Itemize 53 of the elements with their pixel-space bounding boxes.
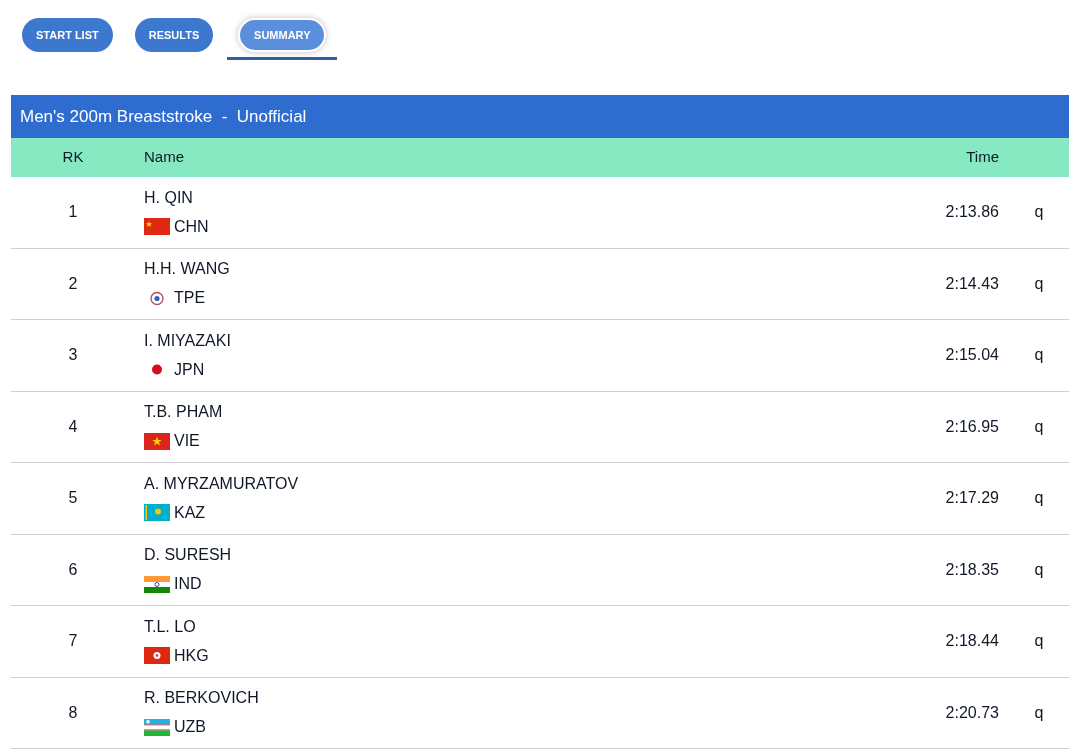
rank-cell: 8 [68, 703, 78, 721]
star-flag-icon [144, 218, 170, 236]
column-header: RK [62, 148, 84, 166]
rank-cell: 1 [68, 203, 78, 221]
time-cell: 2:16.95 [945, 417, 999, 435]
athlete-name: R. BERKOVICH [144, 689, 259, 707]
athlete-name: T.B. PHAM [144, 403, 223, 421]
time-cell: 2:15.04 [945, 346, 999, 364]
athlete-name: I. MIYAZAKI [144, 331, 231, 349]
tab[interactable]: RESULTS [134, 18, 214, 52]
qualifier-mark: q [1034, 346, 1044, 364]
flower-flag-icon [144, 647, 170, 665]
athlete-name: H.H. WANG [144, 260, 230, 278]
qualifier-mark: q [1034, 632, 1044, 650]
athlete-name: H. QIN [144, 188, 193, 206]
time-cell: 2:20.73 [945, 703, 999, 721]
time-cell: 2:18.44 [945, 632, 999, 650]
rank-cell: 3 [68, 346, 78, 364]
qualifier-mark: q [1034, 274, 1044, 292]
athlete-name: D. SURESH [144, 546, 232, 564]
country-code: IND [174, 574, 202, 595]
rank-cell: 4 [68, 417, 78, 435]
athlete-name: A. MYRZAMURATOV [144, 474, 299, 492]
qualifier-mark: q [1034, 703, 1044, 721]
tab[interactable]: START LIST [22, 18, 113, 52]
qualifier-mark: q [1034, 560, 1044, 578]
qualifier-mark: q [1034, 417, 1044, 435]
country-code: UZB [174, 717, 206, 738]
rank-cell: 7 [68, 632, 78, 650]
country-code: HKG [174, 645, 209, 666]
country-code: VIE [174, 431, 200, 452]
country-code: JPN [174, 359, 205, 380]
country-code: CHN [174, 216, 209, 237]
striped-flag-icon [144, 718, 170, 736]
qualifier-mark: q [1034, 489, 1044, 507]
column-header: Time [966, 148, 999, 166]
table-title: Men's 200m Breaststroke - Unofficial [11, 95, 1069, 138]
time-cell: 2:14.43 [945, 274, 999, 292]
rank-cell: 2 [68, 274, 78, 292]
tab[interactable]: SUMMARY [238, 18, 327, 52]
country-code: TPE [174, 288, 206, 309]
country-code: KAZ [174, 502, 206, 523]
time-cell: 2:18.35 [945, 560, 999, 578]
column-header: Name [144, 148, 184, 166]
qualifier-mark: q [1034, 203, 1044, 221]
sun-flag-icon [144, 504, 170, 522]
star-flag-icon [144, 432, 170, 450]
rank-cell: 5 [68, 489, 78, 507]
tricolor-flag-icon [144, 575, 170, 593]
rank-cell: 6 [68, 560, 78, 578]
time-cell: 2:17.29 [945, 489, 999, 507]
time-cell: 2:13.86 [945, 203, 999, 221]
athlete-name: T.L. LO [144, 617, 196, 635]
